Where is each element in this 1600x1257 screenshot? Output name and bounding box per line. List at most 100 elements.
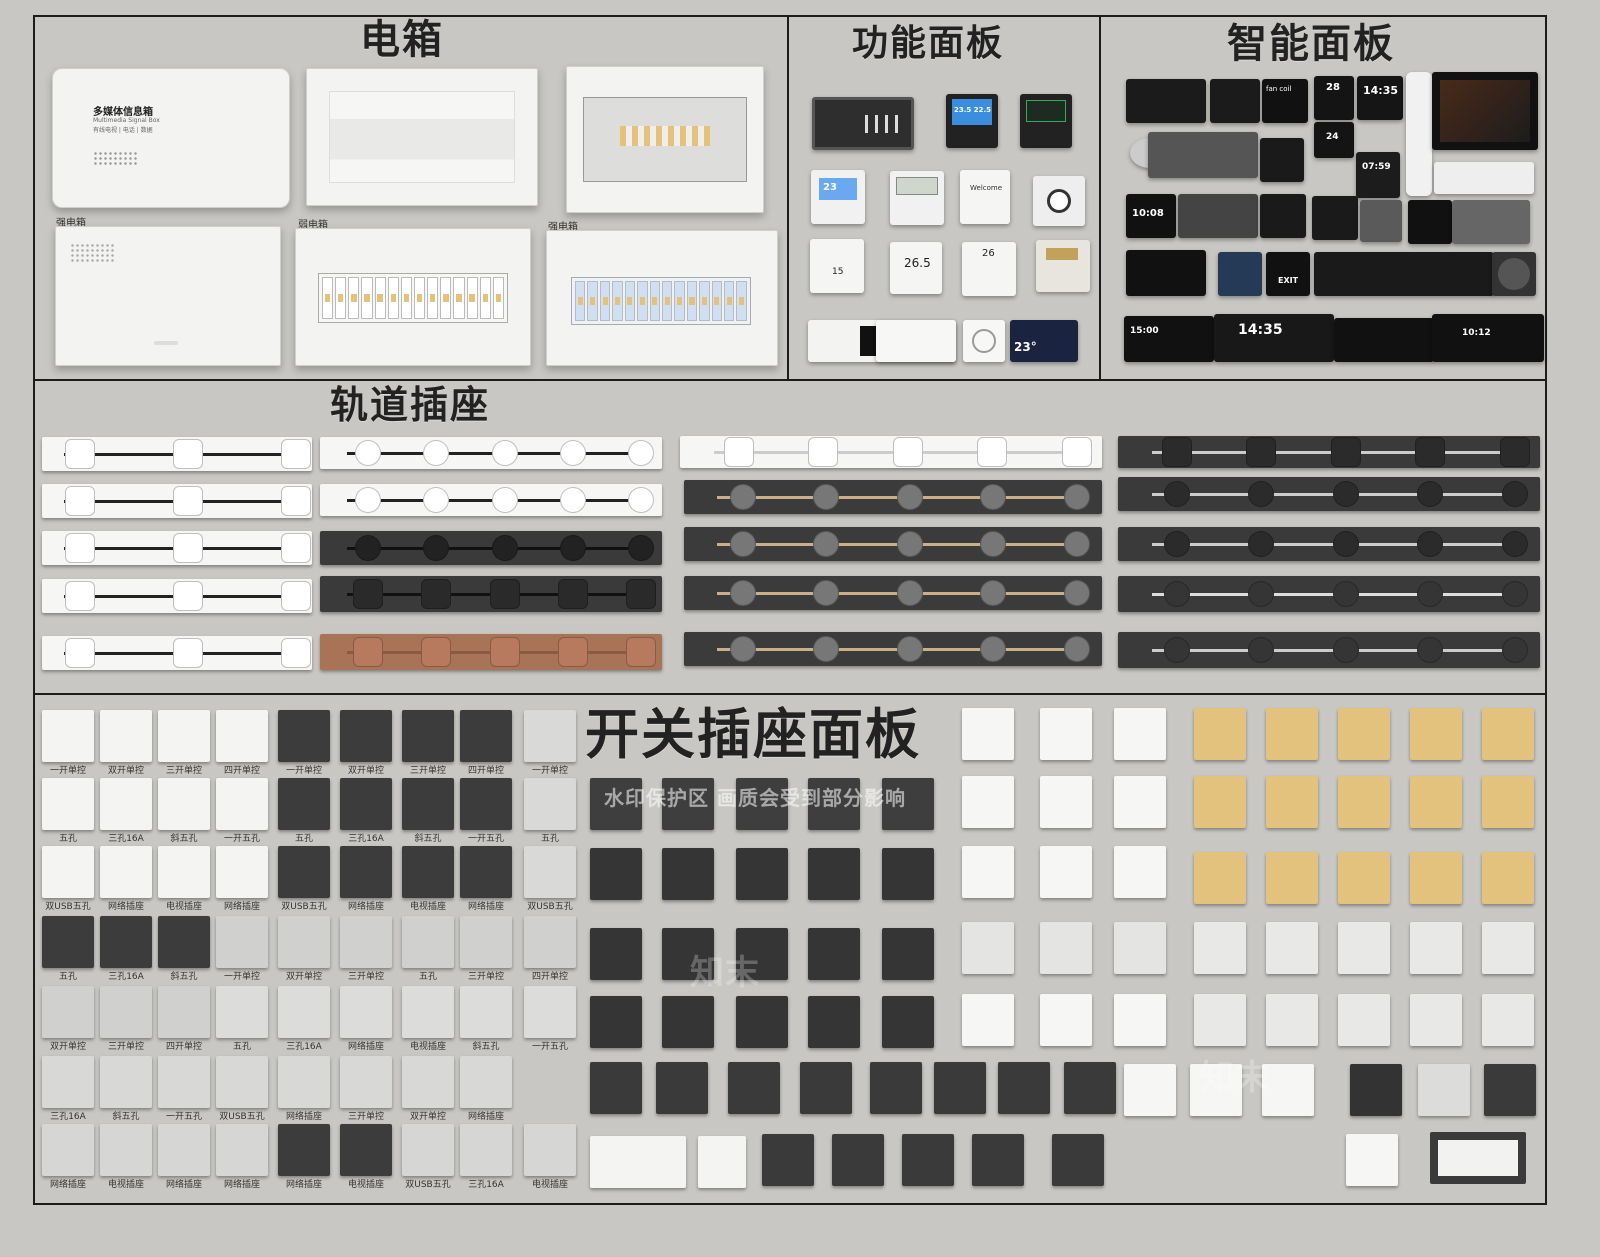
switch-panel [402, 1124, 454, 1176]
switch-panel-dark [728, 1062, 780, 1114]
thermostat-green [1020, 94, 1072, 148]
media-box-subtitle: Multimedia Signal Box [93, 117, 160, 124]
switch-panel-white [1338, 994, 1390, 1046]
rail-socket [352, 579, 383, 609]
switch-panel [402, 916, 454, 968]
smart-panel-time-5: 14:35 [1214, 314, 1334, 362]
switch-panel-white [962, 994, 1014, 1046]
strong-box-top [566, 66, 764, 213]
switch-panel [216, 846, 268, 898]
rail-socket [626, 579, 657, 609]
rail-socket [1501, 481, 1528, 507]
doorbell-panel [812, 97, 914, 150]
media-box-title: 多媒体信息箱 [93, 107, 153, 118]
media-box-tags: 有线电视 | 电话 | 数据 [93, 127, 153, 134]
rail-socket [1417, 581, 1444, 607]
switch-panel [340, 1124, 392, 1176]
switch-label: 五孔 [58, 972, 77, 982]
track-rail [42, 636, 312, 670]
switch-panel [832, 1134, 884, 1186]
switch-panel [460, 986, 512, 1038]
switch-panel-dark [882, 848, 934, 900]
smart-panel-blk-1 [1260, 138, 1304, 182]
switch-label: 网络插座 [285, 1180, 322, 1190]
rail-socket [1164, 531, 1191, 557]
rail-socket [172, 439, 203, 469]
switch-panel-dark [736, 996, 788, 1048]
switch-label: 四开单控 [467, 766, 504, 776]
rail-socket [1164, 481, 1191, 507]
switch-panel [216, 1056, 268, 1108]
switch-panel [402, 1056, 454, 1108]
switch-panel [216, 710, 268, 762]
switch-panel-white [962, 922, 1014, 974]
switch-panel [460, 916, 512, 968]
rail-socket [1164, 581, 1191, 607]
switch-label: 三开单控 [107, 1042, 144, 1052]
switch-label: 一开五孔 [467, 834, 504, 844]
rail-socket [1330, 437, 1361, 467]
smart-screen-panel: 23° [1010, 320, 1078, 362]
rail-socket [813, 580, 840, 606]
switch-panel-white [1194, 922, 1246, 974]
smart-panel-exit: EXIT [1266, 252, 1310, 296]
rail-socket [489, 579, 520, 609]
switch-panel [278, 986, 330, 1038]
switch-panel-white [1114, 994, 1166, 1046]
switch-label: 四开单控 [223, 766, 260, 776]
rail-socket [1164, 637, 1191, 663]
switch-panel-white [1114, 922, 1166, 974]
switch-label: 网络插座 [467, 902, 504, 912]
track-rail [1118, 527, 1540, 561]
track-rail [42, 579, 312, 613]
rail-socket [1248, 481, 1275, 507]
thermo-a-readout: 23.5 22.5 [954, 106, 991, 114]
track-rail [320, 634, 662, 670]
switch-panel-dark [736, 848, 788, 900]
track-rail [684, 480, 1102, 514]
rail-socket [980, 636, 1007, 662]
switch-label: 双开单控 [409, 1112, 446, 1122]
switch-panel [158, 1056, 210, 1108]
switch-label: 双USB五孔 [45, 902, 91, 912]
switch-label: 三开单控 [347, 972, 384, 982]
rail-socket [896, 531, 923, 557]
switch-label: 三孔16A [348, 834, 384, 844]
switch-panel-dark [808, 928, 860, 980]
track-rail [1118, 632, 1540, 668]
smart-panel-dark-1 [1126, 250, 1206, 296]
rail-socket [423, 535, 450, 561]
smart-panel-time-6: 10:12 [1432, 314, 1544, 362]
switch-panel-white [1040, 708, 1092, 760]
switch-panel [402, 846, 454, 898]
switch-label: 一开五孔 [531, 1042, 568, 1052]
rail-socket [172, 486, 203, 516]
switch-panel [42, 986, 94, 1038]
time-4: 15:00 [1130, 326, 1159, 336]
rail-socket [1332, 637, 1359, 663]
switch-panel [100, 986, 152, 1038]
switch-panel [340, 986, 392, 1038]
switch-panel [1052, 1134, 1104, 1186]
rail-socket [1501, 531, 1528, 557]
rail-socket [1501, 581, 1528, 607]
switch-panel-dark [882, 928, 934, 980]
smart-panel-2 [1210, 79, 1260, 123]
switch-panel [278, 778, 330, 830]
rail-socket [558, 579, 589, 609]
rail-socket [354, 535, 381, 561]
switch-panel-dark [662, 848, 714, 900]
switch-panel-white [1194, 994, 1246, 1046]
switch-label: 网络插座 [223, 1180, 260, 1190]
card-label: Welcome [970, 184, 1003, 192]
switch-panel [460, 778, 512, 830]
round-socket-panel [963, 320, 1005, 362]
switch-label: 电视插座 [409, 1042, 446, 1052]
switch-panel-dark [1064, 1062, 1116, 1114]
switch-panel [340, 778, 392, 830]
rail-socket [1501, 637, 1528, 663]
switch-label: 五孔 [232, 1042, 251, 1052]
switch-panel [1484, 1064, 1536, 1116]
switch-label: 网络插座 [347, 1042, 384, 1052]
switch-panel-dark [882, 996, 934, 1048]
